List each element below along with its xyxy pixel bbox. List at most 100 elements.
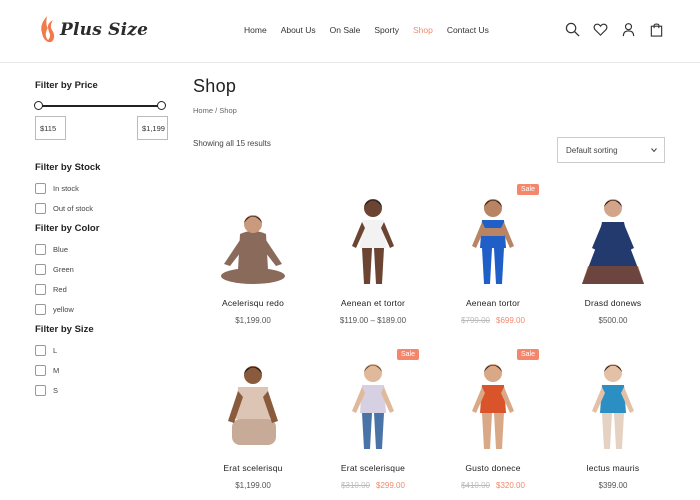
search-icon[interactable] [565, 22, 580, 37]
color-option-red[interactable]: Red [35, 284, 175, 295]
product-image[interactable] [193, 180, 313, 288]
regular-price: $399.00 [598, 481, 628, 490]
chevron-down-icon [651, 148, 657, 153]
product-image[interactable] [553, 180, 673, 288]
price-range-slider[interactable] [34, 101, 166, 111]
sort-select[interactable]: Default sorting [557, 137, 665, 163]
price-inputs: $115 $1,199 [35, 116, 168, 140]
shop-main: Shop Home / Shop Showing all 15 results … [193, 76, 673, 163]
nav-home[interactable]: Home [244, 25, 267, 35]
product-image[interactable]: Sale [313, 345, 433, 453]
price-max-input[interactable]: $1,199 [137, 116, 168, 140]
checkbox[interactable] [35, 244, 46, 255]
product-name[interactable]: Aenean et tortor [313, 298, 433, 308]
size-option-l[interactable]: L [35, 345, 175, 356]
site-header: Plus Size Home About Us On Sale Sporty S… [0, 0, 700, 63]
model-photo [352, 364, 394, 449]
checkbox[interactable] [35, 183, 46, 194]
brand-logo[interactable]: Plus Size [38, 14, 148, 46]
breadcrumb-home-link[interactable]: Home [193, 106, 213, 115]
sale-price: $299.00 [376, 481, 405, 490]
nav-contact-us[interactable]: Contact Us [447, 25, 489, 35]
price-track [38, 105, 162, 107]
regular-price: $1,199.00 [235, 481, 271, 490]
size-filter-title: Filter by Size [35, 324, 94, 335]
checkbox-label: Green [53, 265, 74, 274]
product-image[interactable] [313, 180, 433, 288]
user-icon[interactable] [621, 22, 636, 37]
checkbox[interactable] [35, 264, 46, 275]
product-card[interactable]: Aenean et tortor $119.00 – $189.00 [313, 180, 433, 325]
checkbox[interactable] [35, 284, 46, 295]
heart-icon[interactable] [593, 22, 608, 37]
product-name[interactable]: Gusto donece [433, 463, 553, 473]
product-image[interactable] [553, 345, 673, 453]
product-name[interactable]: Acelerisqu redo [193, 298, 313, 308]
product-name[interactable]: Aenean tortor [433, 298, 553, 308]
size-option-s[interactable]: S [35, 385, 175, 396]
stock-option-out-of-stock[interactable]: Out of stock [35, 203, 175, 214]
nav-on-sale[interactable]: On Sale [330, 25, 361, 35]
product-price: $500.00 [553, 316, 673, 325]
product-name[interactable]: lectus mauris [553, 463, 673, 473]
stock-filter-title: Filter by Stock [35, 162, 101, 173]
product-image[interactable] [193, 345, 313, 453]
checkbox-label: Out of stock [53, 204, 94, 213]
color-option-blue[interactable]: Blue [35, 244, 175, 255]
product-card[interactable]: Drasd donews $500.00 [553, 180, 673, 325]
checkbox-label: yellow [53, 305, 74, 314]
product-card[interactable]: Sale Aenean tortor $799.00 $699.00 [433, 180, 553, 325]
checkbox[interactable] [35, 365, 46, 376]
stock-filter: Filter by Stock In stock Out of stock [35, 162, 175, 214]
product-price: $399.00 [553, 481, 673, 490]
size-option-m[interactable]: M [35, 365, 175, 376]
nav-sporty[interactable]: Sporty [374, 25, 399, 35]
color-filter: Filter by Color Blue Green Red yellow [35, 223, 175, 315]
sale-price: $320.00 [496, 481, 525, 490]
product-name[interactable]: Drasd donews [553, 298, 673, 308]
checkbox[interactable] [35, 203, 46, 214]
product-image[interactable]: Sale [433, 180, 553, 288]
product-image[interactable]: Sale [433, 345, 553, 453]
product-card[interactable]: Sale Gusto donece $410.00 $320.00 [433, 345, 553, 490]
results-count: Showing all 15 results [193, 139, 271, 148]
model-photo [472, 199, 514, 284]
price-filter-title: Filter by Price [35, 80, 98, 91]
stock-option-in-stock[interactable]: In stock [35, 183, 175, 194]
sort-select-value: Default sorting [566, 145, 618, 155]
checkbox-label: L [53, 346, 58, 355]
nav-shop[interactable]: Shop [413, 25, 433, 35]
original-price: $310.00 [341, 481, 370, 490]
checkbox[interactable] [35, 304, 46, 315]
page-title: Shop [193, 76, 237, 96]
sale-price: $699.00 [496, 316, 525, 325]
price-max-handle[interactable] [157, 101, 166, 110]
main-nav: Home About Us On Sale Sporty Shop Contac… [244, 25, 503, 35]
product-card[interactable]: Acelerisqu redo $1,199.00 [193, 180, 313, 325]
color-option-yellow[interactable]: yellow [35, 304, 175, 315]
color-option-green[interactable]: Green [35, 264, 175, 275]
product-card[interactable]: Erat scelerisqu $1,199.00 [193, 345, 313, 490]
checkbox-label: In stock [53, 184, 79, 193]
checkbox-label: M [53, 366, 60, 375]
product-price: $799.00 $699.00 [433, 316, 553, 325]
model-photo [582, 199, 644, 284]
bag-icon[interactable] [649, 22, 664, 37]
price-min-input[interactable]: $115 [35, 116, 66, 140]
price-min-handle[interactable] [34, 101, 43, 110]
regular-price: $119.00 – $189.00 [339, 316, 407, 325]
checkbox[interactable] [35, 345, 46, 356]
product-card[interactable]: lectus mauris $399.00 [553, 345, 673, 490]
product-name[interactable]: Erat scelerisqu [193, 463, 313, 473]
regular-price: $1,199.00 [235, 316, 271, 325]
product-price: $410.00 $320.00 [433, 481, 553, 490]
product-price: $310.00 $299.00 [313, 481, 433, 490]
product-name[interactable]: Erat scelerisque [313, 463, 433, 473]
checkbox-label: Red [53, 285, 67, 294]
filter-sidebar: Filter by Price $115 $1,199 Filter by St… [34, 80, 175, 405]
color-filter-title: Filter by Color [35, 223, 100, 234]
checkbox[interactable] [35, 385, 46, 396]
model-photo [472, 364, 514, 449]
product-card[interactable]: Sale Erat scelerisque $310.00 $299.00 [313, 345, 433, 490]
nav-about-us[interactable]: About Us [281, 25, 316, 35]
